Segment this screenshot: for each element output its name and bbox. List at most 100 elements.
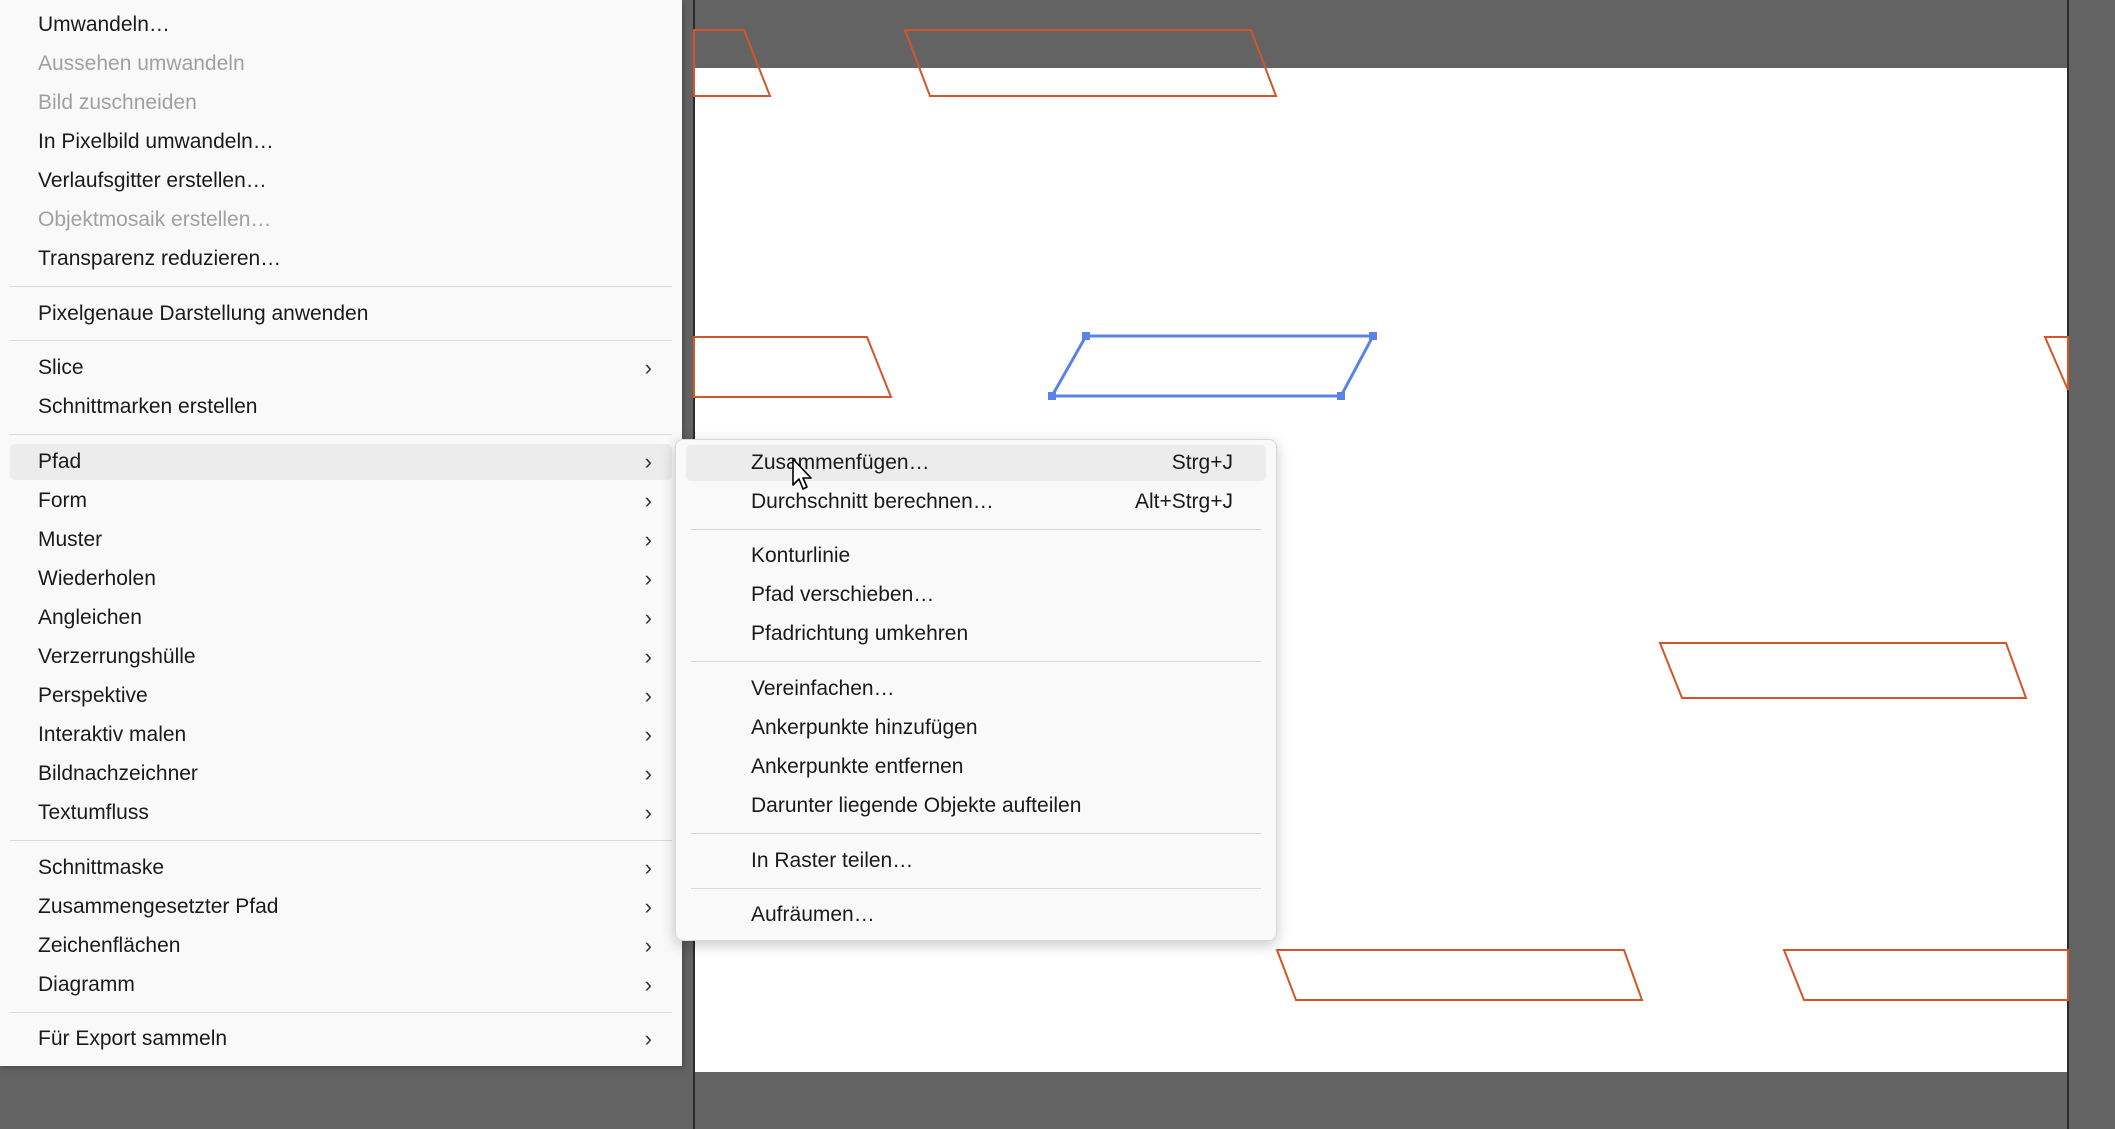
- chevron-right-icon: ›: [644, 1026, 652, 1051]
- menu-item-in-pixelbild-umwandeln[interactable]: In Pixelbild umwandeln…: [10, 124, 672, 160]
- anchor-point[interactable]: [1337, 392, 1345, 400]
- anchor-point[interactable]: [1369, 332, 1377, 340]
- menu-item-label: Slice: [38, 356, 84, 379]
- menu-item-label: Aufräumen…: [751, 903, 875, 926]
- menu-item-label: Interaktiv malen: [38, 723, 187, 746]
- menu-item-zusammengesetzter-pfad[interactable]: Zusammengesetzter Pfad ›: [10, 889, 672, 925]
- chevron-right-icon: ›: [644, 855, 652, 880]
- menu-separator: [10, 286, 672, 287]
- submenu-item-durchschnitt-berechnen[interactable]: Durchschnitt berechnen… Alt+Strg+J: [686, 484, 1266, 520]
- menu-item-label: Textumfluss: [38, 801, 149, 824]
- submenu-item-zusammenfuegen[interactable]: Zusammenfügen… Strg+J: [686, 445, 1266, 481]
- menu-item-label: Angleichen: [38, 606, 142, 629]
- menu-item-label: Objektmosaik erstellen…: [38, 208, 272, 231]
- menu-item-textumfluss[interactable]: Textumfluss ›: [10, 795, 672, 831]
- submenu-item-konturlinie[interactable]: Konturlinie: [686, 538, 1266, 574]
- chevron-right-icon: ›: [644, 355, 652, 380]
- menu-item-label: Schnittmarken erstellen: [38, 395, 258, 418]
- menu-item-label: In Raster teilen…: [751, 849, 914, 872]
- menu-item-label: In Pixelbild umwandeln…: [38, 130, 274, 153]
- menu-item-label: Ankerpunkte hinzufügen: [751, 716, 978, 739]
- menu-item-angleichen[interactable]: Angleichen ›: [10, 600, 672, 636]
- menu-item-label: Zusammenfügen…: [751, 451, 930, 474]
- menu-item-pfad[interactable]: Pfad ›: [10, 444, 672, 480]
- menu-item-pixelgenaue-darstellung[interactable]: Pixelgenaue Darstellung anwenden: [10, 296, 672, 332]
- chevron-right-icon: ›: [644, 566, 652, 591]
- object-menu: Umwandeln… Aussehen umwandeln Bild zusch…: [0, 0, 682, 1066]
- chevron-right-icon: ›: [644, 683, 652, 708]
- menu-item-label: Muster: [38, 528, 103, 551]
- mouse-pointer-icon: [792, 458, 812, 490]
- menu-item-label: Zeichenflächen: [38, 934, 181, 957]
- anchor-point[interactable]: [1082, 332, 1090, 340]
- menu-item-label: Verlaufsgitter erstellen…: [38, 169, 267, 192]
- menu-item-slice[interactable]: Slice ›: [10, 350, 672, 386]
- menu-item-label: Zusammengesetzter Pfad: [38, 895, 279, 918]
- menu-item-verlaufsgitter-erstellen[interactable]: Verlaufsgitter erstellen…: [10, 163, 672, 199]
- path-submenu: Zusammenfügen… Strg+J Durchschnitt berech…: [675, 439, 1277, 941]
- menu-item-schnittmaske[interactable]: Schnittmaske ›: [10, 850, 672, 886]
- shortcut-label: Strg+J: [1171, 451, 1233, 474]
- menu-item-bildnachzeichner[interactable]: Bildnachzeichner ›: [10, 756, 672, 792]
- menu-item-schnittmarken-erstellen[interactable]: Schnittmarken erstellen: [10, 389, 672, 425]
- menu-item-label: Pixelgenaue Darstellung anwenden: [38, 302, 369, 325]
- menu-item-label: Umwandeln…: [38, 13, 170, 36]
- chevron-right-icon: ›: [644, 449, 652, 474]
- menu-item-label: Schnittmaske: [38, 856, 165, 879]
- submenu-item-objekte-aufteilen[interactable]: Darunter liegende Objekte aufteilen: [686, 788, 1266, 824]
- menu-item-diagramm[interactable]: Diagramm ›: [10, 967, 672, 1003]
- chevron-right-icon: ›: [644, 933, 652, 958]
- menu-item-label: Perspektive: [38, 684, 148, 707]
- menu-item-aussehen-umwandeln: Aussehen umwandeln: [10, 46, 672, 82]
- submenu-item-ankerpunkte-entfernen[interactable]: Ankerpunkte entfernen: [686, 749, 1266, 785]
- chevron-right-icon: ›: [644, 800, 652, 825]
- menu-item-label: Ankerpunkte entfernen: [751, 755, 964, 778]
- menu-item-muster[interactable]: Muster ›: [10, 522, 672, 558]
- menu-item-label: Konturlinie: [751, 544, 851, 567]
- menu-item-objektmosaik-erstellen: Objektmosaik erstellen…: [10, 202, 672, 238]
- menu-separator: [10, 840, 672, 841]
- menu-separator: [691, 529, 1261, 530]
- menu-separator: [691, 888, 1261, 889]
- menu-item-umwandeln[interactable]: Umwandeln…: [10, 7, 672, 43]
- menu-item-bild-zuschneiden: Bild zuschneiden: [10, 85, 672, 121]
- menu-item-label: Bildnachzeichner: [38, 762, 198, 785]
- menu-item-label: Wiederholen: [38, 567, 156, 590]
- menu-item-verzerrungshuelle[interactable]: Verzerrungshülle ›: [10, 639, 672, 675]
- submenu-item-in-raster-teilen[interactable]: In Raster teilen…: [686, 843, 1266, 879]
- menu-item-fuer-export-sammeln[interactable]: Für Export sammeln ›: [10, 1021, 672, 1057]
- menu-item-label: Pfad verschieben…: [751, 583, 935, 606]
- chevron-right-icon: ›: [644, 972, 652, 997]
- menu-item-label: Form: [38, 489, 87, 512]
- menu-item-label: Pfad: [38, 450, 82, 473]
- menu-item-label: Bild zuschneiden: [38, 91, 197, 114]
- submenu-item-vereinfachen[interactable]: Vereinfachen…: [686, 671, 1266, 707]
- menu-item-form[interactable]: Form ›: [10, 483, 672, 519]
- chevron-right-icon: ›: [644, 527, 652, 552]
- anchor-point[interactable]: [1048, 392, 1056, 400]
- menu-separator: [10, 1012, 672, 1013]
- menu-item-label: Für Export sammeln: [38, 1027, 228, 1050]
- menu-item-wiederholen[interactable]: Wiederholen ›: [10, 561, 672, 597]
- menu-item-label: Transparenz reduzieren…: [38, 247, 282, 270]
- chevron-right-icon: ›: [644, 488, 652, 513]
- menu-item-interaktiv-malen[interactable]: Interaktiv malen ›: [10, 717, 672, 753]
- menu-item-zeichenflaechen[interactable]: Zeichenflächen ›: [10, 928, 672, 964]
- shortcut-label: Alt+Strg+J: [1134, 490, 1233, 513]
- submenu-item-pfad-verschieben[interactable]: Pfad verschieben…: [686, 577, 1266, 613]
- chevron-right-icon: ›: [644, 644, 652, 669]
- chevron-right-icon: ›: [644, 605, 652, 630]
- menu-item-label: Verzerrungshülle: [38, 645, 196, 668]
- chevron-right-icon: ›: [644, 894, 652, 919]
- submenu-item-pfadrichtung-umkehren[interactable]: Pfadrichtung umkehren: [686, 616, 1266, 652]
- menu-item-label: Aussehen umwandeln: [38, 52, 245, 75]
- menu-item-label: Vereinfachen…: [751, 677, 895, 700]
- submenu-item-ankerpunkte-hinzufuegen[interactable]: Ankerpunkte hinzufügen: [686, 710, 1266, 746]
- menu-item-label: Durchschnitt berechnen…: [751, 490, 994, 513]
- submenu-item-aufraeumen[interactable]: Aufräumen…: [686, 897, 1266, 933]
- menu-separator: [691, 661, 1261, 662]
- menu-item-transparenz-reduzieren[interactable]: Transparenz reduzieren…: [10, 241, 672, 277]
- menu-item-perspektive[interactable]: Perspektive ›: [10, 678, 672, 714]
- chevron-right-icon: ›: [644, 761, 652, 786]
- menu-item-label: Diagramm: [38, 973, 135, 996]
